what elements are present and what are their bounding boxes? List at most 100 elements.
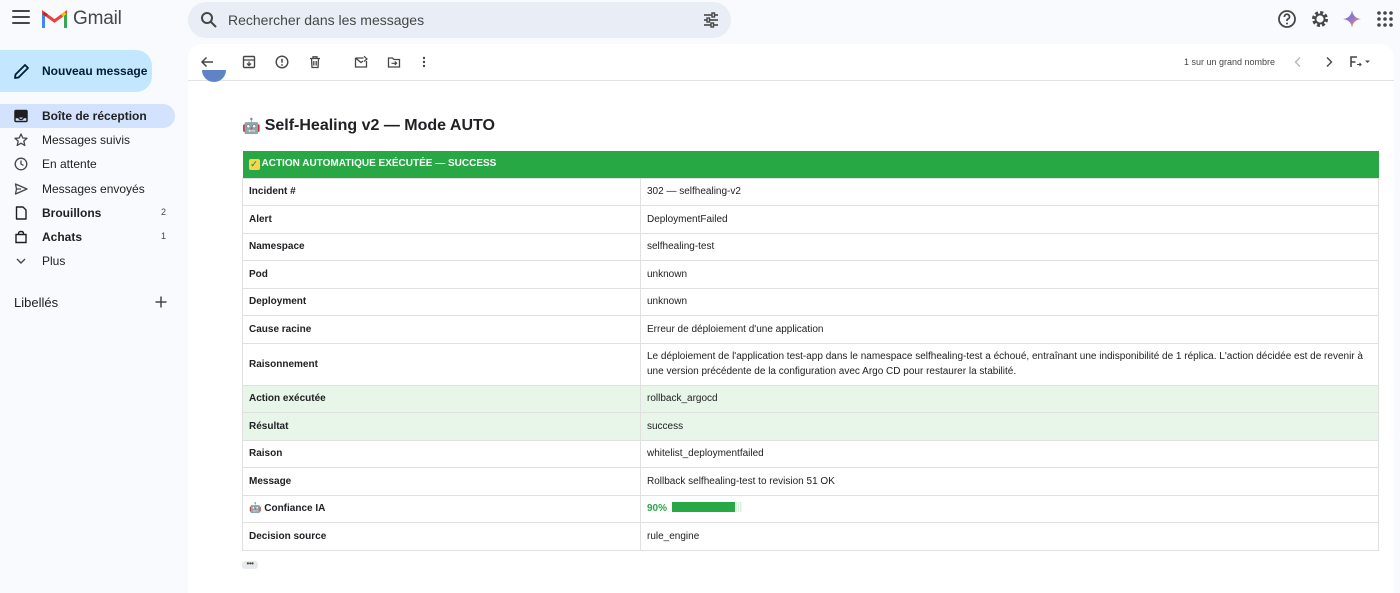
inbox-icon (14, 109, 28, 123)
table-row: Message Rollback selfhealing-test to rev… (242, 467, 1379, 496)
table-row: Deployment unknown (242, 287, 1379, 316)
row-value: success (640, 412, 1379, 441)
table-row-highlighted: Résultat success (242, 412, 1379, 441)
row-value: Erreur de déploiement d'une application (640, 315, 1379, 344)
table-row: Alert DeploymentFailed (242, 205, 1379, 234)
compose-label: Nouveau message (42, 64, 148, 78)
star-icon (14, 133, 28, 147)
sender-avatar[interactable] (202, 70, 226, 82)
table-row: Pod unknown (242, 260, 1379, 289)
table-row: Raison whitelist_deploymentfailed (242, 439, 1379, 468)
message-toolbar: 1 sur un grand nombre (188, 44, 1394, 82)
input-tools-icon[interactable] (1349, 55, 1371, 69)
pagination-text: 1 sur un grand nombre (1184, 57, 1276, 67)
confidence-bar-fill (671, 502, 735, 513)
sidebar-item-label: Messages envoyés (42, 181, 145, 196)
send-icon (14, 182, 28, 195)
search-input[interactable] (228, 2, 668, 38)
show-trimmed-content-button[interactable]: ••• (242, 560, 258, 569)
checkmark-icon: ✓ (248, 159, 260, 171)
search-options-icon[interactable] (702, 11, 720, 29)
message-view: 1 sur un grand nombre 🤖 Self-Healing v2 … (188, 44, 1394, 593)
sidebar-item-sent[interactable]: Messages envoyés (0, 177, 176, 201)
confidence-label: Confiance IA (264, 503, 326, 515)
sidebar-item-label: Brouillons (42, 205, 102, 220)
row-value: rollback_argocd (640, 384, 1379, 413)
confidence-bar (671, 502, 742, 513)
labels-heading: Libellés (14, 295, 59, 310)
table-row: Namespace selfhealing-test (242, 232, 1379, 261)
main-menu-icon[interactable] (12, 10, 30, 24)
table-row: Cause racine Erreur de déploiement d'une… (242, 315, 1379, 344)
sidebar-item-label: Boîte de réception (42, 109, 147, 123)
previous-chevron-icon[interactable] (1291, 55, 1305, 69)
email-subject-text: Self-Healing v2 — Mode AUTO (264, 117, 495, 134)
sidebar-item-more[interactable]: Plus (0, 249, 176, 273)
sidebar-item-purchases[interactable]: Achats 1 (0, 225, 176, 249)
compose-button[interactable]: Nouveau message (0, 50, 152, 92)
robot-icon: 🤖 (242, 118, 261, 135)
status-banner-text: ACTION AUTOMATIQUE EXÉCUTÉE — SUCCESS (261, 158, 497, 170)
status-banner-cell: ✓ ACTION AUTOMATIQUE EXÉCUTÉE — SUCCESS (243, 151, 1379, 178)
confidence-value: 90% (647, 503, 668, 515)
more-vert-icon[interactable] (417, 55, 431, 69)
incident-table: ✓ ACTION AUTOMATIQUE EXÉCUTÉE — SUCCESS I… (242, 151, 1379, 551)
sidebar-item-label: Messages suivis (42, 133, 131, 148)
row-value: DeploymentFailed (640, 205, 1379, 234)
top-bar: Gmail (0, 0, 1400, 40)
help-icon[interactable] (1277, 9, 1297, 29)
mark-unread-icon[interactable] (354, 55, 368, 69)
gemini-sparkle-icon[interactable] (1342, 9, 1362, 29)
move-to-folder-icon[interactable] (387, 55, 401, 69)
sidebar-nav: Boîte de réception Messages suivis En at… (0, 104, 176, 273)
row-key: Action exécutée (242, 384, 641, 413)
sidebar-item-drafts[interactable]: Brouillons 2 (0, 201, 176, 225)
row-key: Alert (242, 205, 641, 234)
chevron-down-icon (16, 258, 26, 265)
report-spam-icon[interactable] (275, 55, 289, 69)
row-value: 302 — selfhealing-v2 (640, 177, 1379, 206)
apps-grid-icon[interactable] (1375, 9, 1395, 29)
row-value: rule_engine (640, 522, 1379, 551)
row-value: selfhealing-test (640, 232, 1379, 261)
sidebar-item-label: Achats (42, 229, 83, 244)
table-row-confidence: 🤖 Confiance IA 90% (242, 494, 1379, 523)
row-key: Pod (242, 260, 641, 289)
row-key: Raisonnement (242, 342, 641, 386)
sidebar-item-snoozed[interactable]: En attente (0, 152, 176, 176)
sidebar-item-inbox[interactable]: Boîte de réception (0, 104, 175, 128)
row-value: 90% (640, 494, 1379, 523)
table-row-highlighted: Action exécutée rollback_argocd (242, 384, 1379, 413)
row-value: unknown (640, 260, 1379, 289)
next-chevron-icon[interactable] (1322, 55, 1336, 69)
table-row: Incident # 302 — selfhealing-v2 (242, 177, 1379, 206)
row-value: Le déploiement de l'application test-app… (640, 342, 1379, 386)
gmail-logo[interactable]: Gmail (42, 8, 122, 30)
row-key: Incident # (242, 177, 641, 206)
sidebar-item-label: Plus (42, 254, 66, 269)
row-key: Namespace (242, 232, 641, 261)
gmail-m-icon (42, 10, 67, 28)
drafts-count: 2 (160, 206, 166, 217)
sidebar-item-label: En attente (42, 157, 97, 172)
archive-icon[interactable] (242, 55, 256, 69)
settings-gear-icon[interactable] (1310, 9, 1330, 29)
status-banner: ✓ ACTION AUTOMATIQUE EXÉCUTÉE — SUCCESS (242, 151, 1379, 178)
table-row: Decision source rule_engine (242, 522, 1379, 551)
row-key: Résultat (242, 412, 641, 441)
search-bar (188, 2, 731, 38)
search-icon[interactable] (200, 11, 218, 29)
purchases-count: 1 (160, 230, 166, 241)
row-key: Message (242, 467, 641, 496)
row-key: Cause racine (242, 315, 641, 344)
robot-icon: 🤖 (249, 503, 262, 515)
back-arrow-icon[interactable] (200, 55, 214, 69)
table-row: Raisonnement Le déploiement de l'applica… (242, 342, 1379, 386)
shopping-icon (15, 230, 27, 244)
gmail-wordmark: Gmail (73, 8, 122, 29)
clock-icon (14, 157, 28, 171)
draft-icon (15, 206, 27, 220)
delete-trash-icon[interactable] (308, 55, 322, 69)
sidebar-item-starred[interactable]: Messages suivis (0, 128, 176, 152)
add-label-icon[interactable] (154, 295, 168, 309)
